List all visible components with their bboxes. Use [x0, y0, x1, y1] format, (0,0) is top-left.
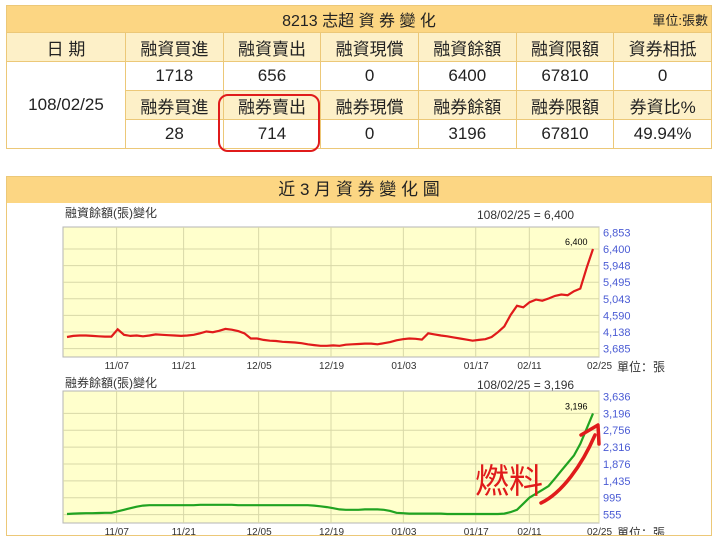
- header-cell: 融券買進: [125, 90, 224, 120]
- short-chart-title: 融券餘額(張)變化: [65, 375, 157, 390]
- charts-svg: 融資餘額(張)變化 108/02/25 = 6,400 6,853 6,400 5,94…: [62, 205, 665, 540]
- header-cell: 資券相抵: [613, 32, 712, 62]
- table-title: 8213 志超 資 券 變 化: [282, 13, 436, 30]
- financing-x-tick: 11/07: [105, 361, 130, 372]
- short-chart-readout: 108/02/25 = 3,196: [477, 378, 574, 392]
- financing-x-tick: 02/25: [587, 361, 612, 372]
- value-cell: 0: [320, 119, 419, 149]
- financing-x-tick: 12/19: [319, 361, 344, 372]
- value-cell: 3196: [417, 119, 517, 149]
- value-cell: 28: [125, 119, 224, 149]
- short-x-tick: 11/21: [172, 527, 197, 535]
- financing-x-tick: 11/21: [172, 361, 197, 372]
- financing-chart-readout: 108/02/25 = 6,400: [477, 208, 574, 222]
- short-y-tick: 1,435: [603, 476, 631, 488]
- date-header: 日 期: [6, 32, 126, 62]
- short-x-tick: 12/19: [319, 527, 344, 535]
- value-cell: 6400: [417, 61, 517, 91]
- short-last-value-label: 3,196: [565, 401, 588, 411]
- financing-y-tick: 4,590: [603, 310, 631, 322]
- financing-x-tick: 12/05: [247, 361, 272, 372]
- financing-last-value-label: 6,400: [565, 237, 588, 247]
- chart-panel-title: 近 3 月 資 券 變 化 圖: [7, 177, 711, 203]
- value-cell: 0: [320, 61, 419, 91]
- financing-unit-label: 單位：張: [617, 359, 665, 374]
- financing-x-tick: 02/11: [517, 361, 542, 372]
- financing-x-tick: 01/17: [464, 361, 489, 372]
- annotation-text: 燃料: [475, 463, 543, 501]
- short-y-tick: 1,876: [603, 459, 631, 471]
- financing-y-tick: 5,948: [603, 261, 631, 273]
- short-y-tick: 555: [603, 510, 621, 522]
- financing-y-tick: 5,495: [603, 277, 631, 289]
- value-cell: 67810: [515, 119, 615, 149]
- short-x-tick: 01/17: [464, 527, 489, 535]
- short-x-tick: 12/05: [247, 527, 272, 535]
- table-unit: 單位:張數: [652, 13, 708, 28]
- header-cell: 融資現償: [320, 32, 419, 62]
- short-y-tick: 2,316: [603, 442, 631, 454]
- header-cell: 券資比%: [613, 90, 712, 120]
- short-x-tick: 01/03: [391, 527, 416, 535]
- value-cell: 49.94%: [613, 119, 712, 149]
- chart-panel: 近 3 月 資 券 變 化 圖 融資餘額(張)變化 108/02/25 = 6,4…: [6, 176, 712, 540]
- value-cell: 1718: [125, 61, 224, 91]
- financing-y-tick: 6,853: [603, 227, 631, 239]
- financing-y-tick: 4,138: [603, 327, 631, 339]
- table-title-cell: 8213 志超 資 券 變 化: [6, 5, 712, 33]
- short-unit-label: 單位：張: [617, 525, 665, 535]
- value-cell: 656: [222, 61, 322, 91]
- header-cell: 融資買進: [125, 32, 224, 62]
- date-cell: 108/02/25: [6, 61, 126, 149]
- financing-chart-title: 融資餘額(張)變化: [65, 205, 157, 220]
- header-cell: 融資賣出: [222, 32, 322, 62]
- header-cell: 融資限額: [515, 32, 615, 62]
- short-x-tick: 02/11: [517, 527, 542, 535]
- short-y-tick: 2,756: [603, 425, 631, 437]
- short-x-tick: 02/25: [587, 527, 612, 535]
- highlight-circle: [218, 94, 320, 152]
- margin-trading-table: 8213 志超 資 券 變 化 日 期 融資買進 融資賣出 融資現償 融資餘額 …: [6, 5, 712, 149]
- value-cell: 0: [613, 61, 712, 91]
- header-cell: 融券現償: [320, 90, 419, 120]
- short-y-tick: 995: [603, 493, 621, 505]
- short-y-tick: 3,636: [603, 392, 631, 404]
- value-cell: 67810: [515, 61, 615, 91]
- header-cell: 融資餘額: [417, 32, 517, 62]
- financing-y-tick: 6,400: [603, 244, 631, 256]
- financing-y-tick: 5,043: [603, 294, 631, 306]
- short-x-tick: 11/07: [105, 527, 130, 535]
- financing-y-tick: 3,685: [603, 344, 631, 356]
- header-cell: 融券限額: [515, 90, 615, 120]
- header-cell: 融券餘額: [417, 90, 517, 120]
- financing-x-tick: 01/03: [391, 361, 416, 372]
- short-y-tick: 3,196: [603, 408, 631, 420]
